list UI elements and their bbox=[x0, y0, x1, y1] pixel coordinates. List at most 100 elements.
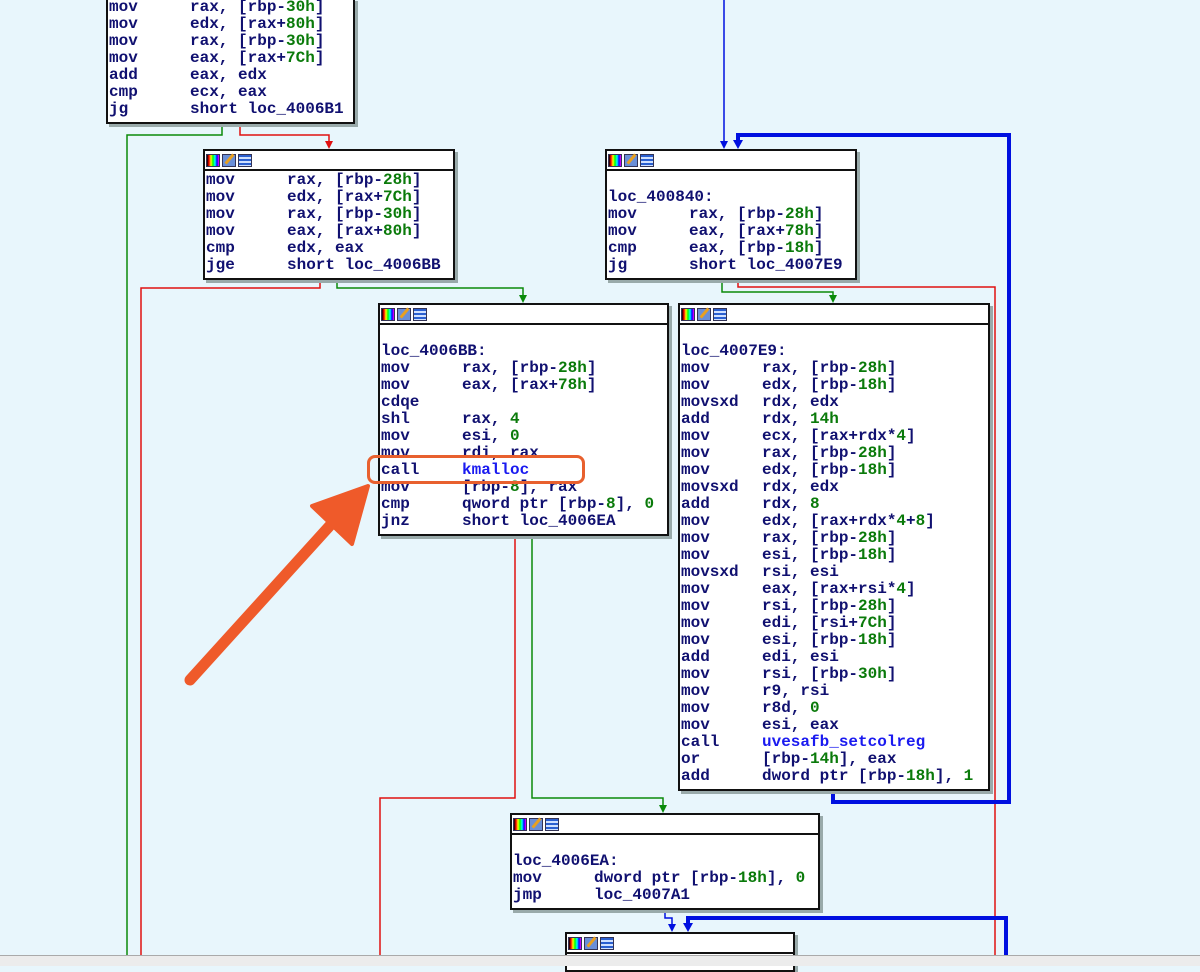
status-bar bbox=[0, 955, 1200, 966]
instruction-line[interactable]: mov esi, eax bbox=[680, 717, 988, 734]
instruction-line[interactable]: mov rax, [rbp-28h] bbox=[380, 360, 667, 377]
instruction-line[interactable]: jmp loc_4007A1 bbox=[512, 887, 818, 904]
mnemonic: mov bbox=[608, 222, 637, 240]
graph-overview-icon[interactable] bbox=[640, 153, 654, 167]
code-block-b3[interactable]: loc_400840: mov rax, [rbp-28h] mov eax, [rax… bbox=[605, 149, 857, 280]
edit-icon[interactable] bbox=[697, 307, 711, 321]
graph-overview-icon[interactable] bbox=[238, 153, 252, 167]
instruction-line[interactable]: mov rsi, [rbp-30h] bbox=[680, 666, 988, 683]
instruction-line[interactable]: cdqe bbox=[380, 394, 667, 411]
instruction-line[interactable]: mov edx, [rax+80h] bbox=[108, 16, 353, 33]
operands: loc_4007A1 bbox=[594, 886, 691, 904]
instruction-line[interactable]: mov rax, [rbp-30h] bbox=[108, 0, 353, 16]
code-block-b6[interactable]: loc_4006EA: mov dword ptr [rbp-18h], 0 jmp l… bbox=[510, 813, 820, 910]
instruction-line[interactable]: cmp qword ptr [rbp-8], 0 bbox=[380, 496, 667, 513]
color-palette-icon[interactable] bbox=[681, 307, 695, 321]
instruction-line[interactable]: mov eax, [rax+80h] bbox=[205, 223, 453, 240]
instruction-line[interactable]: movsxd rdx, edx bbox=[680, 394, 988, 411]
instruction-line[interactable]: mov dword ptr [rbp-18h], 0 bbox=[512, 870, 818, 887]
block-label[interactable]: loc_400840: bbox=[608, 189, 714, 206]
instruction-line[interactable]: mov edx, [rax+7Ch] bbox=[205, 189, 453, 206]
instruction-line[interactable]: mov rax, [rbp-28h] bbox=[607, 206, 855, 223]
instruction-line[interactable]: cmp ecx, eax bbox=[108, 84, 353, 101]
code-block-b4[interactable]: loc_4006BB: mov rax, [rbp-28h] mov eax, [rax… bbox=[378, 303, 669, 536]
color-palette-icon[interactable] bbox=[381, 307, 395, 321]
instruction-line[interactable]: jnz short loc_4006EA bbox=[380, 513, 667, 530]
instruction-line[interactable]: mov ecx, [rax+rdx*4] bbox=[680, 428, 988, 445]
call-target[interactable]: uvesafb_setcolreg bbox=[762, 734, 925, 751]
edit-icon[interactable] bbox=[584, 936, 598, 950]
instruction-line[interactable]: movsxd rdx, edx bbox=[680, 479, 988, 496]
mnemonic: cmp bbox=[109, 83, 138, 101]
edit-icon[interactable] bbox=[222, 153, 236, 167]
block-label[interactable]: loc_4006BB: bbox=[381, 343, 487, 360]
mnemonic: mov bbox=[681, 699, 710, 717]
instruction-line[interactable]: mov rax, [rbp-28h] bbox=[680, 530, 988, 547]
edit-icon[interactable] bbox=[397, 307, 411, 321]
instruction-line[interactable]: add rdx, 8 bbox=[680, 496, 988, 513]
instruction-line[interactable]: jg short loc_4007E9 bbox=[607, 257, 855, 274]
mnemonic: add bbox=[109, 66, 138, 84]
code-block-b1[interactable]: mov rax, [rbp-30h] mov edx, [rax+80h] mov rax… bbox=[106, 0, 355, 124]
instruction-line[interactable]: mov edx, [rbp-18h] bbox=[680, 377, 988, 394]
instruction-line[interactable]: mov eax, [rax+7Ch] bbox=[108, 50, 353, 67]
instruction-line[interactable]: mov r8d, 0 bbox=[680, 700, 988, 717]
code-block-b2[interactable]: mov rax, [rbp-28h] mov edx, [rax+7Ch] mov rax… bbox=[203, 149, 455, 280]
instruction-line[interactable]: mov r9, rsi bbox=[680, 683, 988, 700]
code-block-b5[interactable]: loc_4007E9: mov rax, [rbp-28h] mov edx, [rbp… bbox=[678, 303, 990, 791]
instruction-line[interactable]: mov rax, [rbp-30h] bbox=[108, 33, 353, 50]
instruction-line[interactable]: movsxd rsi, esi bbox=[680, 564, 988, 581]
instruction-line[interactable]: mov rsi, [rbp-28h] bbox=[680, 598, 988, 615]
instruction-line[interactable]: add eax, edx bbox=[108, 67, 353, 84]
instruction-line[interactable]: or [rbp-14h], eax bbox=[680, 751, 988, 768]
operands: eax, [rax+78h] bbox=[689, 222, 824, 240]
operands: esi, [rbp-18h] bbox=[762, 546, 897, 564]
instruction-line[interactable]: mov rax, [rbp-28h] bbox=[680, 445, 988, 462]
instruction-line[interactable]: mov rax, [rbp-30h] bbox=[205, 206, 453, 223]
instruction-line[interactable]: mov eax, [rax+78h] bbox=[607, 223, 855, 240]
instruction-line[interactable]: jge short loc_4006BB bbox=[205, 257, 453, 274]
operands: edx, [rbp-18h] bbox=[762, 461, 897, 479]
instruction-line[interactable]: call uvesafb_setcolreg bbox=[680, 734, 988, 751]
operands: edx, [rbp-18h] bbox=[762, 376, 897, 394]
instruction-line[interactable]: add dword ptr [rbp-18h], 1 bbox=[680, 768, 988, 785]
graph-overview-icon[interactable] bbox=[545, 817, 559, 831]
instruction-line[interactable]: jg short loc_4006B1 bbox=[108, 101, 353, 118]
color-palette-icon[interactable] bbox=[206, 153, 220, 167]
graph-overview-icon[interactable] bbox=[600, 936, 614, 950]
edit-icon[interactable] bbox=[624, 153, 638, 167]
operands: qword ptr [rbp-8], 0 bbox=[462, 495, 655, 513]
operands: short loc_4006B1 bbox=[190, 100, 344, 118]
instruction-line[interactable]: add rdx, 14h bbox=[680, 411, 988, 428]
instruction-line[interactable]: mov esi, [rbp-18h] bbox=[680, 547, 988, 564]
instruction-line[interactable]: mov eax, [rax+78h] bbox=[380, 377, 667, 394]
graph-overview-icon[interactable] bbox=[713, 307, 727, 321]
instruction-line[interactable]: mov esi, [rbp-18h] bbox=[680, 632, 988, 649]
mnemonic: jmp bbox=[513, 886, 542, 904]
instruction-line[interactable]: cmp edx, eax bbox=[205, 240, 453, 257]
edit-icon[interactable] bbox=[529, 817, 543, 831]
instruction-line[interactable]: cmp eax, [rbp-18h] bbox=[607, 240, 855, 257]
instruction-line[interactable]: mov eax, [rax+rsi*4] bbox=[680, 581, 988, 598]
operands: [rbp-14h], eax bbox=[762, 750, 897, 768]
instruction-line[interactable]: mov rax, [rbp-28h] bbox=[680, 360, 988, 377]
block-label[interactable]: loc_4006EA: bbox=[513, 853, 619, 870]
code-block-b7[interactable] bbox=[565, 932, 795, 972]
block-label[interactable]: loc_4007E9: bbox=[681, 343, 787, 360]
color-palette-icon[interactable] bbox=[568, 936, 582, 950]
mnemonic: add bbox=[681, 410, 710, 428]
kmalloc-call-highlight bbox=[367, 455, 585, 484]
instruction-line[interactable]: mov edx, [rax+rdx*4+8] bbox=[680, 513, 988, 530]
color-palette-icon[interactable] bbox=[513, 817, 527, 831]
instruction-line[interactable]: mov edi, [rsi+7Ch] bbox=[680, 615, 988, 632]
color-palette-icon[interactable] bbox=[608, 153, 622, 167]
operands: short loc_4007E9 bbox=[689, 256, 843, 274]
operands: rax, [rbp-28h] bbox=[762, 444, 897, 462]
instruction-line[interactable]: mov edx, [rbp-18h] bbox=[680, 462, 988, 479]
instruction-line[interactable]: add edi, esi bbox=[680, 649, 988, 666]
mnemonic: mov bbox=[381, 376, 410, 394]
graph-overview-icon[interactable] bbox=[413, 307, 427, 321]
instruction-line[interactable]: shl rax, 4 bbox=[380, 411, 667, 428]
instruction-line[interactable]: mov esi, 0 bbox=[380, 428, 667, 445]
instruction-line[interactable]: mov rax, [rbp-28h] bbox=[205, 172, 453, 189]
